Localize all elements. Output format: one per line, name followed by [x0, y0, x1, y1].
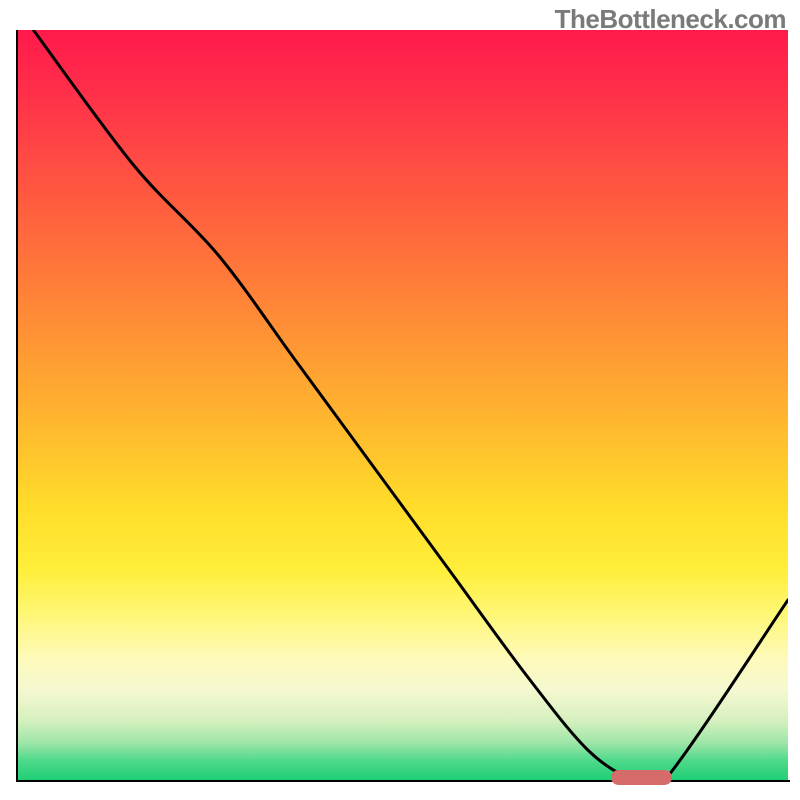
bottleneck-curve [18, 30, 788, 780]
watermark-text: TheBottleneck.com [555, 4, 786, 35]
optimal-marker [611, 770, 673, 785]
x-axis [16, 780, 790, 782]
bottleneck-chart: TheBottleneck.com [0, 0, 800, 800]
